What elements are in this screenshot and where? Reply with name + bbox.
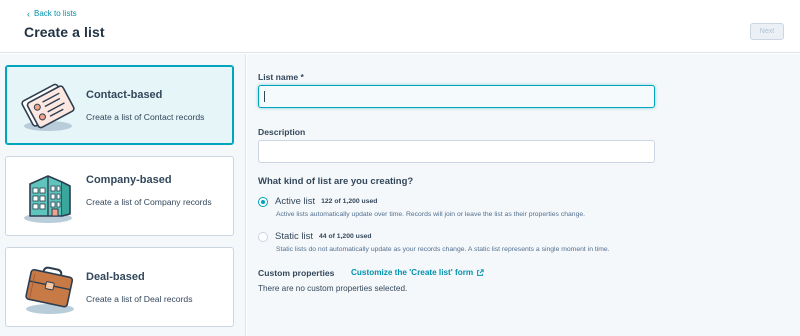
next-button[interactable]: Next <box>750 23 784 40</box>
description-input[interactable] <box>258 140 655 163</box>
radio-label: Active list <box>275 196 316 207</box>
card-description: Create a list of Deal records <box>86 294 193 304</box>
card-description: Create a list of Contact records <box>86 112 205 122</box>
radio-label: Static list <box>275 231 314 242</box>
list-name-label: List name * <box>258 72 304 82</box>
custom-properties-title: Custom properties <box>258 268 335 278</box>
active-list-option[interactable]: Active list 122 of 1,200 used <box>258 196 377 207</box>
text-caret <box>264 91 265 102</box>
static-list-help: Static lists do not automatically update… <box>276 246 610 253</box>
object-type-panel: Contact-based Create a list of Contact r… <box>0 54 246 336</box>
back-to-lists-link[interactable]: ‹ Back to lists <box>27 9 77 18</box>
description-label: Description <box>258 127 306 137</box>
chevron-left-icon: ‹ <box>27 8 30 19</box>
custom-properties-empty: There are no custom properties selected. <box>258 284 408 293</box>
customize-form-link[interactable]: Customize the 'Create list' form <box>351 268 484 277</box>
page-title: Create a list <box>24 24 105 40</box>
card-deal-based[interactable]: Deal-based Create a list of Deal records <box>5 247 234 327</box>
page-header: ‹ Back to lists Create a list Next <box>0 0 800 53</box>
card-title: Contact-based <box>86 89 163 101</box>
card-description: Create a list of Company records <box>86 197 212 207</box>
briefcase-icon <box>25 266 74 314</box>
static-list-radio[interactable] <box>258 231 268 242</box>
customize-link-label: Customize the 'Create list' form <box>351 268 474 277</box>
building-icon <box>24 175 72 223</box>
card-company-based[interactable]: Company-based Create a list of Company r… <box>5 156 234 236</box>
usage-count: 122 of 1,200 used <box>321 198 378 205</box>
card-title: Company-based <box>86 174 172 186</box>
list-name-input[interactable] <box>258 85 655 108</box>
list-type-question: What kind of list are you creating? <box>258 176 414 187</box>
external-link-icon <box>477 268 484 276</box>
list-form: List name * Description What kind of lis… <box>247 54 800 336</box>
active-list-help: Active lists automatically update over t… <box>276 211 586 218</box>
contact-cards-icon <box>21 83 75 131</box>
usage-count: 44 of 1,200 used <box>319 233 372 240</box>
card-title: Deal-based <box>86 271 145 283</box>
static-list-option[interactable]: Static list 44 of 1,200 used <box>258 231 372 242</box>
active-list-radio[interactable] <box>258 196 268 207</box>
back-link-label: Back to lists <box>34 9 77 18</box>
card-contact-based[interactable]: Contact-based Create a list of Contact r… <box>5 65 234 145</box>
